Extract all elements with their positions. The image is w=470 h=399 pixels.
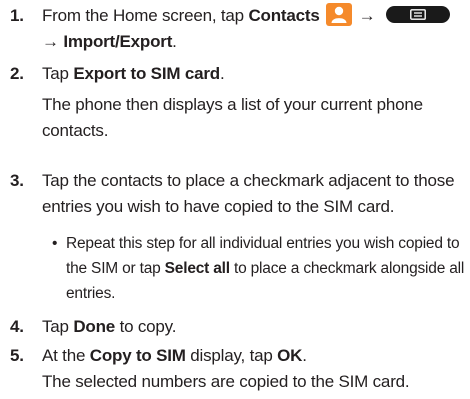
select-all-label: Select all [164,260,230,277]
copy-to-sim-label: Copy to SIM [89,346,186,365]
step-note: contacts. [42,121,109,140]
step-text: From the Home screen, tap [42,6,249,25]
step-text: Tap the contacts to place a checkmark ad… [42,171,455,190]
step-number: 4. [10,317,24,336]
done-label: Done [73,317,116,336]
arrow-separator: → [354,6,380,25]
step-body: Tap Export to SIM card. The phone then d… [42,61,467,144]
bullet-marker: • [52,235,58,252]
step-number: 5. [10,346,24,365]
step-number: 2. [10,64,24,83]
step-body: Tap the contacts to place a checkmark ad… [42,168,467,220]
substep-text: entries. [66,285,116,302]
export-to-sim-label: Export to SIM card [73,64,220,83]
step-number: 1. [10,6,24,25]
menu-key-icon [385,6,450,23]
step-text: entries you wish to have copied to the S… [42,197,395,216]
step-note: The phone then displays a list of your c… [42,95,423,114]
step-number: 3. [10,171,24,190]
step-note: The selected numbers are copied to the S… [42,372,410,391]
step-body: Tap Done to copy. [42,317,177,336]
contacts-label: Contacts [248,6,320,25]
ok-label: OK [277,346,303,365]
contacts-person-icon [326,3,353,26]
step-body: From the Home screen, tap Contacts → → I… [42,3,467,55]
instruction-page: 1. From the Home screen, tap Contacts → [0,0,470,399]
substep-text: Repeat this step for all individual entr… [66,235,460,252]
step-body: At the Copy to SIM display, tap OK. The … [42,343,467,395]
import-export-label: → Import/Export [42,32,173,51]
